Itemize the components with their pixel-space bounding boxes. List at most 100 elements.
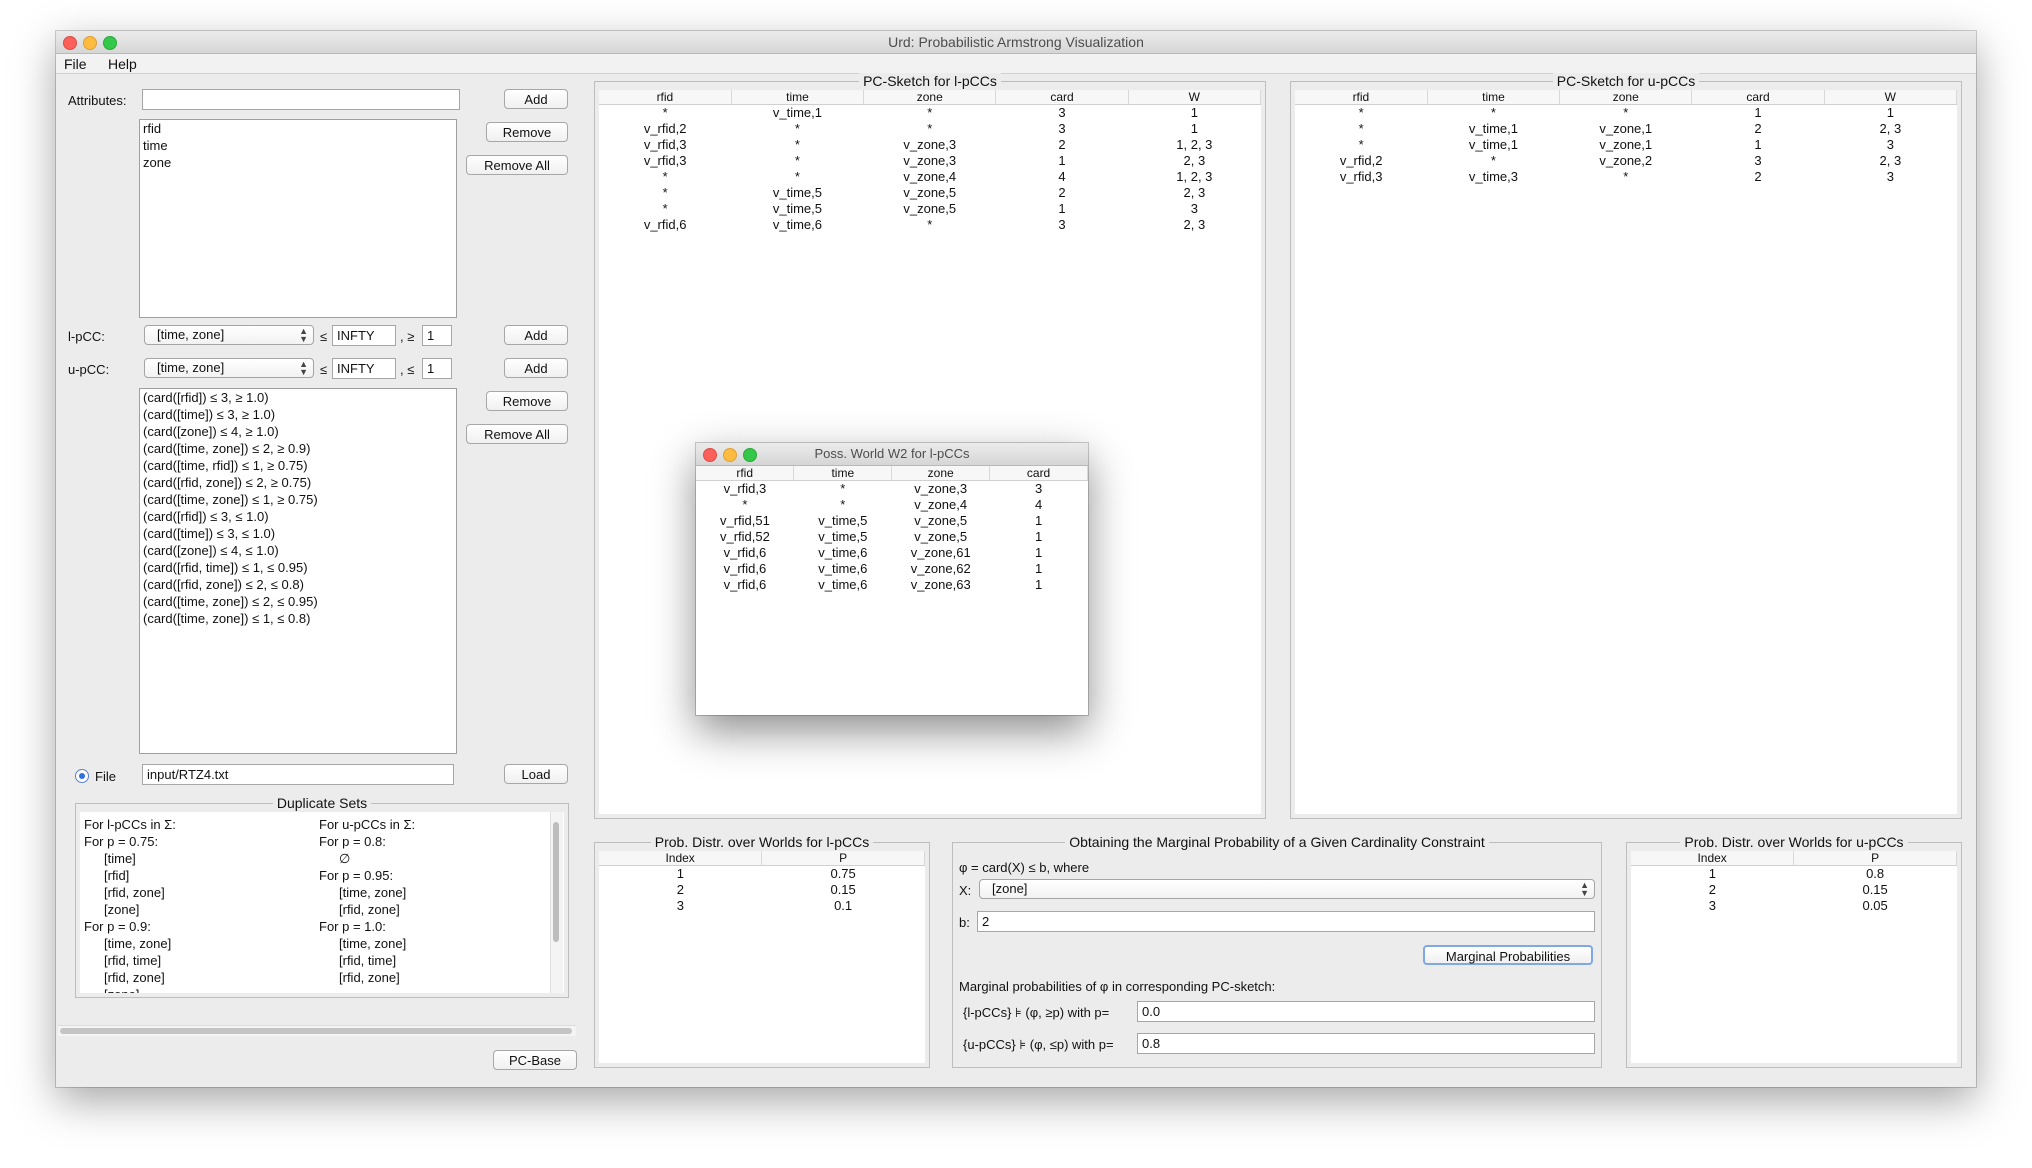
attribute-list-item[interactable]: time [140, 137, 456, 154]
lpcc-attribute-select[interactable]: [time, zone] ▲ ▼ [144, 325, 314, 345]
constraint-list-item[interactable]: (card([rfid, zone]) ≤ 2, ≥ 0.75) [140, 474, 456, 491]
remove-attribute-button[interactable]: Remove [486, 122, 568, 142]
attributes-input[interactable] [142, 89, 460, 110]
constraint-list-item[interactable]: (card([zone]) ≤ 4, ≥ 1.0) [140, 423, 456, 440]
menu-file[interactable]: File [64, 56, 87, 72]
sketch-u-column-header[interactable]: W [1824, 90, 1958, 105]
prob-u-panel[interactable]: Index P 1 0.8 2 0.15 3 0.05 [1631, 851, 1957, 1063]
prob-u-row[interactable]: 3 0.05 [1631, 898, 1957, 914]
constraint-list-item[interactable]: (card([time]) ≤ 3, ≥ 1.0) [140, 406, 456, 423]
sketch-u-row[interactable]: v_rfid,3 v_time,3 * 2 3 [1295, 169, 1957, 185]
sketch-u-row[interactable]: * * * 1 1 [1295, 105, 1957, 122]
sketch-l-row[interactable]: v_rfid,2 * * 3 1 [599, 121, 1261, 137]
sketch-l-row[interactable]: * v_time,5 v_zone,5 2 2, 3 [599, 185, 1261, 201]
attribute-list-item[interactable]: zone [140, 154, 456, 171]
attributes-list[interactable]: rfid time zone [139, 119, 457, 318]
prob-l-column-header[interactable]: Index [599, 851, 763, 866]
marginal-group: Obtaining the Marginal Probability of a … [952, 834, 1602, 1068]
constraint-list-item[interactable]: (card([time, zone]) ≤ 2, ≤ 0.95) [140, 593, 456, 610]
add-lpcc-button[interactable]: Add [504, 325, 568, 345]
prob-l-column-header[interactable]: P [761, 851, 925, 866]
sketch-u-row[interactable]: * v_time,1 v_zone,1 1 3 [1295, 137, 1957, 153]
lpcc-result-value[interactable]: 0.0 [1137, 1001, 1595, 1022]
sketch-l-column-header[interactable]: zone [863, 90, 997, 105]
possible-world-row[interactable]: v_rfid,52 v_time,5 v_zone,5 1 [696, 529, 1088, 545]
menu-help[interactable]: Help [108, 56, 137, 72]
upcc-attribute-select[interactable]: [time, zone] ▲ ▼ [144, 358, 314, 378]
constraint-list-item[interactable]: (card([rfid]) ≤ 3, ≥ 1.0) [140, 389, 456, 406]
sketch-u-column-header[interactable]: card [1691, 90, 1825, 105]
file-path-input[interactable]: input/RTZ4.txt [142, 764, 454, 785]
marginal-probabilities-button[interactable]: Marginal Probabilities [1423, 945, 1593, 965]
lpcc-bound-input[interactable]: INFTY [332, 325, 396, 346]
prob-u-column-header[interactable]: P [1793, 851, 1957, 866]
load-button[interactable]: Load [504, 764, 568, 784]
sketch-l-column-header[interactable]: time [731, 90, 865, 105]
sketch-l-column-header[interactable]: W [1128, 90, 1262, 105]
possible-world-row[interactable]: v_rfid,6 v_time,6 v_zone,62 1 [696, 561, 1088, 577]
prob-u-row[interactable]: 2 0.15 [1631, 882, 1957, 898]
constraint-list-item[interactable]: (card([rfid, time]) ≤ 1, ≤ 0.95) [140, 559, 456, 576]
remove-constraint-button[interactable]: Remove [486, 391, 568, 411]
scrollbar-thumb[interactable] [60, 1028, 572, 1034]
constraint-list-item[interactable]: (card([time, rfid]) ≤ 1, ≥ 0.75) [140, 457, 456, 474]
constraint-list-item[interactable]: (card([time]) ≤ 3, ≤ 1.0) [140, 525, 456, 542]
possible-world-row[interactable]: v_rfid,6 v_time,6 v_zone,63 1 [696, 577, 1088, 593]
constraint-list-item[interactable]: (card([rfid, zone]) ≤ 2, ≤ 0.8) [140, 576, 456, 593]
constraints-list[interactable]: (card([rfid]) ≤ 3, ≥ 1.0) (card([time]) ≤… [139, 388, 457, 754]
constraint-list-item[interactable]: (card([time, zone]) ≤ 1, ≥ 0.75) [140, 491, 456, 508]
constraint-list-item[interactable]: (card([time, zone]) ≤ 1, ≤ 0.8) [140, 610, 456, 627]
sketch-l-column-header[interactable]: card [995, 90, 1129, 105]
scrollbar-thumb[interactable] [553, 822, 559, 942]
duplicate-sets-scrollbar[interactable] [550, 812, 563, 993]
prob-l-row[interactable]: 2 0.15 [599, 882, 925, 898]
pc-base-button[interactable]: PC-Base [493, 1050, 577, 1070]
sketch-l-row[interactable]: v_rfid,3 * v_zone,3 1 2, 3 [599, 153, 1261, 169]
sketch-l-row[interactable]: v_rfid,3 * v_zone,3 2 1, 2, 3 [599, 137, 1261, 153]
sketch-l-row[interactable]: v_rfid,6 v_time,6 * 3 2, 3 [599, 217, 1261, 233]
upcc-result-value[interactable]: 0.8 [1137, 1033, 1595, 1054]
constraint-list-item[interactable]: (card([zone]) ≤ 4, ≤ 1.0) [140, 542, 456, 559]
constraint-list-item[interactable]: (card([rfid]) ≤ 3, ≤ 1.0) [140, 508, 456, 525]
attribute-list-item[interactable]: rfid [140, 120, 456, 137]
prob-u-row[interactable]: 1 0.8 [1631, 866, 1957, 883]
sketch-l-row[interactable]: * v_time,1 * 3 1 [599, 105, 1261, 122]
possible-world-row[interactable]: v_rfid,6 v_time,6 v_zone,61 1 [696, 545, 1088, 561]
sketch-u-row[interactable]: * v_time,1 v_zone,1 2 2, 3 [1295, 121, 1957, 137]
sketch-u-column-header[interactable]: time [1427, 90, 1561, 105]
sketch-u-column-header[interactable]: zone [1559, 90, 1693, 105]
prob-l-row[interactable]: 1 0.75 [599, 866, 925, 883]
possible-world-row[interactable]: * * v_zone,4 4 [696, 497, 1088, 513]
sketch-l-row[interactable]: * v_time,5 v_zone,5 1 3 [599, 201, 1261, 217]
possible-world-window[interactable]: Poss. World W2 for l-pCCs rfid time zone ca… [696, 443, 1088, 715]
possible-world-column-header[interactable]: rfid [696, 466, 795, 481]
remove-all-constraints-button[interactable]: Remove All [466, 424, 568, 444]
sketch-u-row[interactable]: v_rfid,2 * v_zone,2 3 2, 3 [1295, 153, 1957, 169]
x-attribute-select[interactable]: [zone] ▲ ▼ [979, 879, 1595, 899]
possible-world-column-header[interactable]: zone [891, 466, 991, 481]
possible-world-column-header[interactable]: card [989, 466, 1088, 481]
remove-all-attributes-button[interactable]: Remove All [466, 155, 568, 175]
sketch-u-group: PC-Sketch for u-pCCs rfid time zone card W *… [1290, 73, 1962, 819]
sketch-u-column-header[interactable]: rfid [1295, 90, 1428, 105]
lpcc-probability-input[interactable]: 1 [422, 325, 452, 346]
file-radio[interactable] [75, 769, 89, 783]
add-upcc-button[interactable]: Add [504, 358, 568, 378]
sketch-l-column-header[interactable]: rfid [599, 90, 732, 105]
b-input[interactable]: 2 [977, 911, 1595, 932]
upcc-probability-input[interactable]: 1 [422, 358, 452, 379]
prob-l-row[interactable]: 3 0.1 [599, 898, 925, 914]
duplicate-sets-panel[interactable]: For l-pCCs in Σ: For p = 0.75: [time] [rfid… [80, 812, 564, 993]
sketch-u-panel[interactable]: rfid time zone card W * * * 1 1 * v_time,1 v_zone,1… [1295, 90, 1958, 814]
upcc-bound-input[interactable]: INFTY [332, 358, 396, 379]
sketch-l-row[interactable]: * * v_zone,4 4 1, 2, 3 [599, 169, 1261, 185]
prob-u-column-header[interactable]: Index [1631, 851, 1795, 866]
constraint-list-item[interactable]: (card([time, zone]) ≤ 2, ≥ 0.9) [140, 440, 456, 457]
possible-world-row[interactable]: v_rfid,3 * v_zone,3 3 [696, 481, 1088, 498]
possible-world-column-header[interactable]: time [793, 466, 893, 481]
possible-world-row[interactable]: v_rfid,51 v_time,5 v_zone,5 1 [696, 513, 1088, 529]
left-horizontal-scrollbar[interactable] [58, 1025, 576, 1036]
duplicate-set-line: For p = 0.8: [319, 834, 386, 849]
prob-l-panel[interactable]: Index P 1 0.75 2 0.15 3 0.1 [599, 851, 925, 1063]
add-attribute-button[interactable]: Add [504, 89, 568, 109]
